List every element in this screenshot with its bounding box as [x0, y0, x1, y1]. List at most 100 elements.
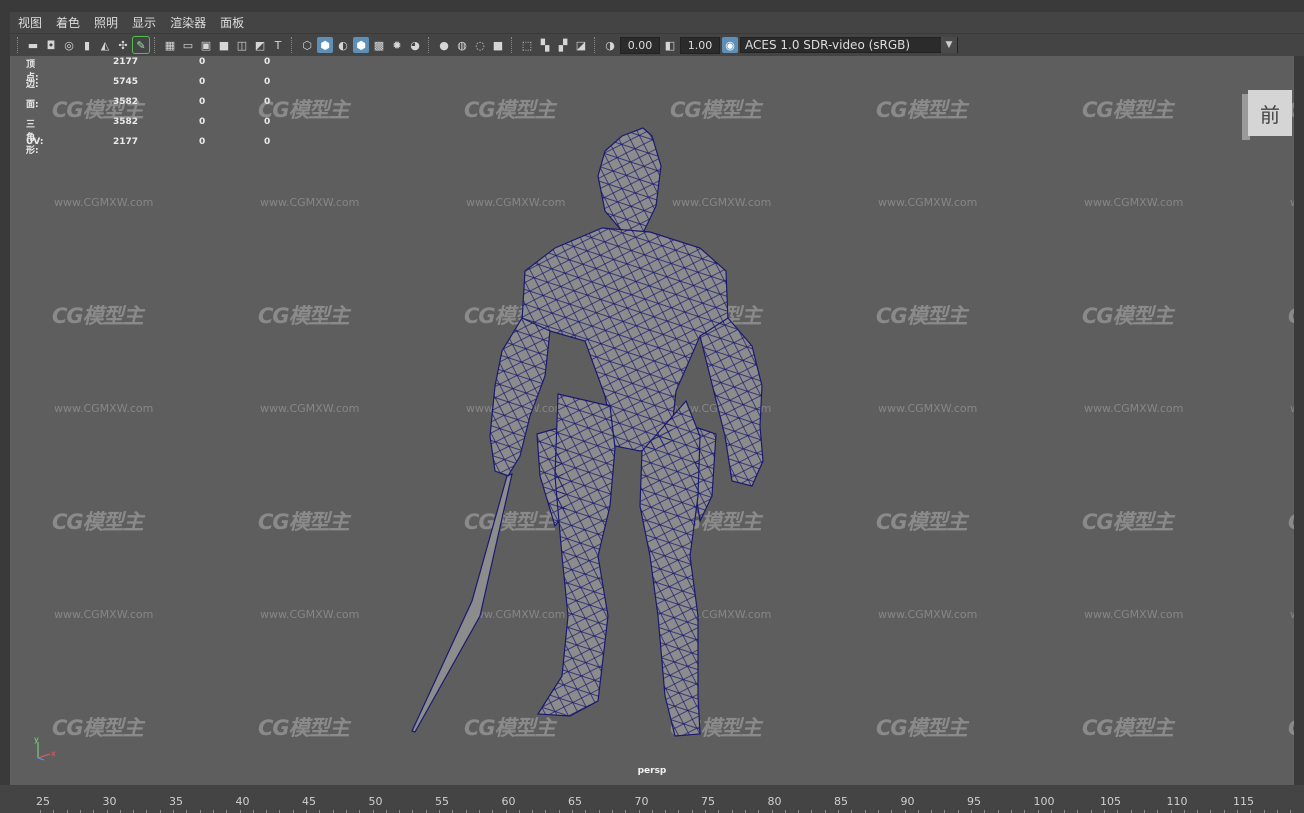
safe-title-icon[interactable]: T	[270, 37, 286, 53]
select-camera-icon[interactable]: ▬	[25, 37, 41, 53]
color-management-icon[interactable]: ◉	[722, 37, 738, 53]
sword-blade	[411, 473, 513, 733]
axis-gizmo: y x	[34, 735, 56, 761]
menu-shading[interactable]: 着色	[56, 14, 80, 31]
film-gate-icon[interactable]: ▭	[180, 37, 196, 53]
shadows-icon[interactable]: ◕	[407, 37, 423, 53]
hud-value: 3582	[113, 117, 139, 127]
axis-x-label: x	[51, 749, 56, 758]
exposure-icon[interactable]: ◑	[602, 37, 618, 53]
view-cube-front-face[interactable]: 前	[1248, 90, 1292, 136]
multisample-aa-icon[interactable]: ◌	[472, 37, 488, 53]
grease-pencil-icon[interactable]: ✎	[132, 36, 150, 54]
left-border	[0, 0, 10, 785]
xray-active-icon[interactable]: ▞	[555, 37, 571, 53]
exposure-field[interactable]: 0.00	[620, 36, 660, 54]
timeline-frame-label: 45	[302, 795, 316, 808]
hud-label: 面:	[26, 100, 39, 110]
textured-icon[interactable]: ▩	[371, 37, 387, 53]
timeline-frame-label: 65	[568, 795, 582, 808]
toolbar-separator	[154, 37, 157, 53]
hud-value: 3582	[113, 97, 139, 107]
timeline-frame-label: 70	[634, 795, 649, 808]
gamma-icon[interactable]: ◧	[662, 37, 678, 53]
resolution-gate-icon[interactable]: ▣	[198, 37, 214, 53]
xray-icon[interactable]: ▚	[537, 37, 553, 53]
timeline-frame-label: 85	[834, 795, 848, 808]
hud-value: 0	[199, 77, 206, 87]
wireframe-on-shaded-icon[interactable]: ⬢	[353, 37, 369, 53]
timeline-frame-label: 55	[435, 795, 449, 808]
timeline-frame-label: 100	[1033, 795, 1055, 808]
hud-value: 0	[264, 117, 271, 127]
hud-label: UV:	[26, 137, 44, 147]
timeline-frame-label: 50	[368, 795, 383, 808]
hud-value: 0	[199, 97, 206, 107]
hud-value: 2177	[113, 57, 139, 67]
gamma-field[interactable]: 1.00	[680, 36, 720, 54]
smooth-shade-icon[interactable]: ⬢	[317, 37, 333, 53]
safe-action-icon[interactable]: ◩	[252, 37, 268, 53]
maya-window: 视图 着色 照明 显示 渲染器 面板 ▬ ◘ ◎ ▮ ◭ ✣ ✎ ▦ ▭ ▣ ■…	[0, 0, 1304, 813]
timeline-frame-label: 115	[1233, 795, 1254, 808]
screen-space-ao-icon[interactable]: ●	[436, 37, 452, 53]
timeline-frame-label: 30	[102, 795, 117, 808]
toolbar-separator	[428, 37, 431, 53]
panel-toolbar: ▬ ◘ ◎ ▮ ◭ ✣ ✎ ▦ ▭ ▣ ■ ◫ ◩ T ⬡ ⬢ ◐ ⬢ ▩ ✹ …	[10, 34, 1304, 56]
lock-camera-icon[interactable]: ◘	[43, 37, 59, 53]
2d-pan-zoom-icon[interactable]: ✣	[115, 37, 131, 53]
toolbar-separator	[594, 37, 597, 53]
menu-panels[interactable]: 面板	[220, 14, 244, 31]
gate-mask-icon[interactable]: ■	[216, 37, 232, 53]
timeline-frame-label: 95	[967, 795, 981, 808]
character-wireframe-model[interactable]	[10, 56, 1294, 785]
menu-view[interactable]: 视图	[18, 14, 42, 31]
menu-show[interactable]: 显示	[132, 14, 156, 31]
field-chart-icon[interactable]: ◫	[234, 37, 250, 53]
toolbar-separator	[17, 37, 20, 53]
toolbar-separator	[291, 37, 294, 53]
bookmark-icon[interactable]: ▮	[79, 37, 95, 53]
hud-value: 0	[264, 137, 271, 147]
timeline-frame-label: 110	[1166, 795, 1188, 808]
hud-value: 0	[264, 57, 271, 67]
toolbar-separator	[511, 37, 514, 53]
hud-value: 2177	[113, 137, 139, 147]
view-transform-select[interactable]: ACES 1.0 SDR-video (sRGB) ▼	[740, 37, 958, 53]
time-slider[interactable]: 25 30 35 40 45 50 55 60 65 70 75 80 85 90 95 100 105 110 1…	[0, 785, 1304, 813]
timeline-frame-label: 60	[501, 795, 516, 808]
hud-label: 边:	[26, 80, 39, 90]
panel-menu-bar: 视图 着色 照明 显示 渲染器 面板	[10, 12, 1304, 33]
timeline-frame-label: 35	[169, 795, 183, 808]
camera-name-label: persp	[637, 766, 667, 776]
xray-joints-icon[interactable]: ◪	[573, 37, 589, 53]
isolate-select-icon[interactable]: ⬚	[519, 37, 535, 53]
hud-value: 5745	[113, 77, 139, 87]
view-cube[interactable]: 前	[1242, 90, 1294, 140]
timeline-frame-label: 90	[900, 795, 915, 808]
hud-value: 0	[264, 77, 271, 87]
timeline-frame-label: 25	[36, 795, 50, 808]
timeline-frame-label: 75	[701, 795, 715, 808]
menu-lighting[interactable]: 照明	[94, 14, 118, 31]
use-all-lights-icon[interactable]: ✹	[389, 37, 405, 53]
grid-icon[interactable]: ▦	[162, 37, 178, 53]
axis-y-label: y	[34, 735, 39, 744]
timeline-frame-label: 40	[235, 795, 250, 808]
chevron-down-icon[interactable]: ▼	[941, 37, 957, 53]
hud-value: 0	[199, 57, 206, 67]
perspective-viewport[interactable]: CG模型主 www.CGMXW.com CG模型主 www.CGMXW.com CG模型…	[10, 56, 1294, 785]
default-material-icon[interactable]: ◐	[335, 37, 351, 53]
motion-blur-icon[interactable]: ◍	[454, 37, 470, 53]
timeline-frame-label: 105	[1100, 795, 1121, 808]
timeline-frame-label: 80	[767, 795, 782, 808]
image-plane-icon[interactable]: ◭	[97, 37, 113, 53]
view-transform-value: ACES 1.0 SDR-video (sRGB)	[745, 38, 911, 52]
camera-attributes-icon[interactable]: ◎	[61, 37, 77, 53]
hud-value: 0	[199, 117, 206, 127]
hud-value: 0	[264, 97, 271, 107]
menu-renderer[interactable]: 渲染器	[170, 14, 206, 31]
wireframe-icon[interactable]: ⬡	[299, 37, 315, 53]
depth-of-field-icon[interactable]: ■	[490, 37, 506, 53]
hud-value: 0	[199, 137, 206, 147]
